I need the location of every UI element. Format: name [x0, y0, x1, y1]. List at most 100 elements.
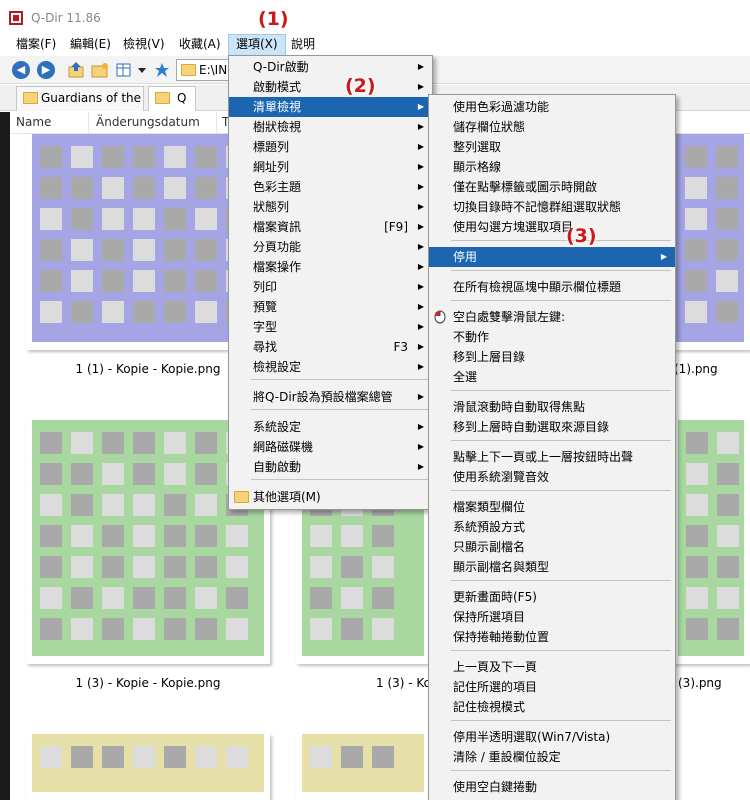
listview-option[interactable]: 只顯示副檔名 — [429, 537, 675, 557]
thumbnail-image[interactable] — [26, 734, 270, 800]
menu-item-font[interactable]: 字型 ▶ — [229, 317, 432, 337]
menu-item-autostart[interactable]: 自動啟動 ▶ — [229, 457, 432, 477]
listview-option[interactable]: 檔案類型欄位 — [429, 497, 675, 517]
listview-option[interactable]: 在所有檢視區塊中顯示欄位標題 — [429, 277, 675, 297]
menu-item-file-info[interactable]: 檔案資訊 [F9] ▶ — [229, 217, 432, 237]
address-text: E:\INI — [199, 63, 231, 77]
listview-option[interactable]: 記住檢視模式 — [429, 697, 675, 717]
menu-item-status-bar[interactable]: 狀態列 ▶ — [229, 197, 432, 217]
listview-option[interactable]: 點擊上下一頁或上一層按鈕時出聲 — [429, 447, 675, 467]
column-divider[interactable] — [216, 112, 217, 134]
listview-option[interactable]: 整列選取 — [429, 137, 675, 157]
menu-item-other-options[interactable]: 其他選項(M) — [229, 487, 432, 507]
menu-item-file-operations[interactable]: 檔案操作 ▶ — [229, 257, 432, 277]
listview-option[interactable]: 系統預設方式 — [429, 517, 675, 537]
menu-item-label: 字型 — [253, 320, 278, 334]
menu-item-title-bar-setting[interactable]: 標題列 ▶ — [229, 137, 432, 157]
menu-item-tab-function[interactable]: 分頁功能 ▶ — [229, 237, 432, 257]
menu-item-label: 使用色彩過濾功能 — [453, 100, 550, 114]
tab-guardians[interactable]: Guardians of the ... — [16, 86, 144, 111]
listview-option[interactable]: 全選 — [429, 367, 675, 387]
menu-item-find[interactable]: 尋找 F3 ▶ — [229, 337, 432, 357]
listview-option[interactable]: 保持所選項目 — [429, 607, 675, 627]
forward-button[interactable]: ▶ — [37, 61, 55, 79]
listview-option[interactable]: 儲存欄位狀態 — [429, 117, 675, 137]
menu-item-label: 分頁功能 — [253, 240, 302, 254]
menu-item-label: 整列選取 — [453, 140, 502, 154]
star-icon[interactable] — [152, 61, 172, 79]
thumbnail-label[interactable]: (3).png — [678, 676, 722, 690]
column-divider[interactable] — [88, 112, 89, 134]
listview-option[interactable]: 使用空白鍵捲動 — [429, 777, 675, 797]
menu-view[interactable]: 檢視(V) — [116, 34, 172, 56]
listview-option[interactable]: 停用 ▶ — [429, 247, 675, 267]
folder-icon — [23, 92, 38, 104]
menu-item-startup-mode[interactable]: 啟動模式 ▶ — [229, 77, 432, 97]
listview-option[interactable]: 移到上層目錄 — [429, 347, 675, 367]
menu-item-tree-view[interactable]: 樹狀檢視 ▶ — [229, 117, 432, 137]
menu-item-label: 使用系統瀏覽音效 — [453, 470, 550, 484]
back-button[interactable]: ◀ — [12, 61, 30, 79]
listview-option[interactable]: 不動作 — [429, 327, 675, 347]
menu-item-label: 系統設定 — [253, 420, 302, 434]
menu-item-label: 啟動模式 — [253, 80, 302, 94]
menu-separator — [451, 300, 671, 301]
listview-option[interactable]: 使用勾選方塊選取項目 — [429, 217, 675, 237]
annotation-marker-2: (2) — [345, 75, 376, 97]
listview-option[interactable]: 使用系統瀏覽音效 — [429, 467, 675, 487]
menu-item-address-bar-setting[interactable]: 網址列 ▶ — [229, 157, 432, 177]
menu-item-label: 顯示副檔名與類型 — [453, 560, 550, 574]
column-name[interactable]: Name — [16, 115, 51, 129]
listview-option[interactable]: 切換目錄時不記憶群組選取狀態 — [429, 197, 675, 217]
menu-item-view-settings[interactable]: 檢視設定 ▶ — [229, 357, 432, 377]
submenu-arrow-icon: ▶ — [417, 162, 424, 171]
view-mode-icon[interactable] — [115, 61, 135, 79]
submenu-arrow-icon: ▶ — [417, 422, 424, 431]
listview-option[interactable]: 停用半透明選取(Win7/Vista) — [429, 727, 675, 747]
submenu-arrow-icon: ▶ — [417, 182, 424, 191]
listview-option[interactable]: 記住所選的項目 — [429, 677, 675, 697]
submenu-arrow-icon: ▶ — [417, 102, 424, 111]
menu-item-set-default-explorer[interactable]: 將Q-Dir設為預設檔案總管 ▶ — [229, 387, 432, 407]
listview-option[interactable]: 顯示副檔名與類型 — [429, 557, 675, 577]
thumbnail-image[interactable] — [296, 734, 430, 800]
menu-item-label: 切換目錄時不記憶群組選取狀態 — [453, 200, 622, 214]
listview-option[interactable]: 保持捲軸捲動位置 — [429, 627, 675, 647]
menu-item-qdir-startup[interactable]: Q-Dir啟動 ▶ — [229, 57, 432, 77]
submenu-arrow-icon: ▶ — [417, 322, 424, 331]
menu-favorites[interactable]: 收藏(A) — [172, 34, 228, 56]
listview-option[interactable]: 更新畫面時(F5) — [429, 587, 675, 607]
thumbnail-label[interactable]: 1 (3) - Kopie - Kopie.png — [26, 676, 270, 690]
menu-item-print[interactable]: 列印 ▶ — [229, 277, 432, 297]
menu-options[interactable]: 選項(X) — [228, 34, 286, 56]
menu-item-label: 標題列 — [253, 140, 290, 154]
listview-option[interactable]: 使用色彩過濾功能 — [429, 97, 675, 117]
thumbnail-image[interactable] — [672, 420, 750, 664]
window-title: Q-Dir 11.86 — [31, 11, 101, 25]
menu-item-color-theme[interactable]: 色彩主題 ▶ — [229, 177, 432, 197]
menu-separator — [451, 650, 671, 651]
menu-separator — [451, 770, 671, 771]
listview-option[interactable]: 上一頁及下一頁 — [429, 657, 675, 677]
menu-item-network-drives[interactable]: 網路磁碟機 ▶ — [229, 437, 432, 457]
listview-option[interactable]: 清除 / 重設欄位設定 — [429, 747, 675, 767]
column-date[interactable]: Änderungsdatum — [96, 115, 200, 129]
menu-edit[interactable]: 編輯(E) — [63, 34, 118, 56]
listview-option[interactable]: 僅在點擊標籤或圖示時開啟 — [429, 177, 675, 197]
listview-option[interactable]: 移到上層時自動選取來源目錄 — [429, 417, 675, 437]
menu-separator — [451, 240, 671, 241]
up-folder-icon[interactable] — [66, 61, 86, 79]
menu-item-label: 保持捲軸捲動位置 — [453, 630, 550, 644]
listview-option[interactable]: 滑鼠滾動時自動取得焦點 — [429, 397, 675, 417]
menu-item-label: 空白處雙擊滑鼠左鍵: — [453, 310, 566, 324]
menu-file[interactable]: 檔案(F) — [9, 34, 63, 56]
new-folder-icon[interactable] — [90, 61, 110, 79]
listview-option[interactable]: 顯示格線 — [429, 157, 675, 177]
menu-item-list-view[interactable]: 清單檢視 ▶ — [229, 97, 432, 117]
menu-help[interactable]: 說明 — [284, 34, 322, 56]
submenu-arrow-icon: ▶ — [417, 222, 424, 231]
menu-item-preview[interactable]: 預覽 ▶ — [229, 297, 432, 317]
tab-q[interactable]: Q — [148, 86, 196, 111]
menu-item-system-settings[interactable]: 系統設定 ▶ — [229, 417, 432, 437]
thumbnail-label[interactable]: (1).png — [674, 362, 718, 376]
